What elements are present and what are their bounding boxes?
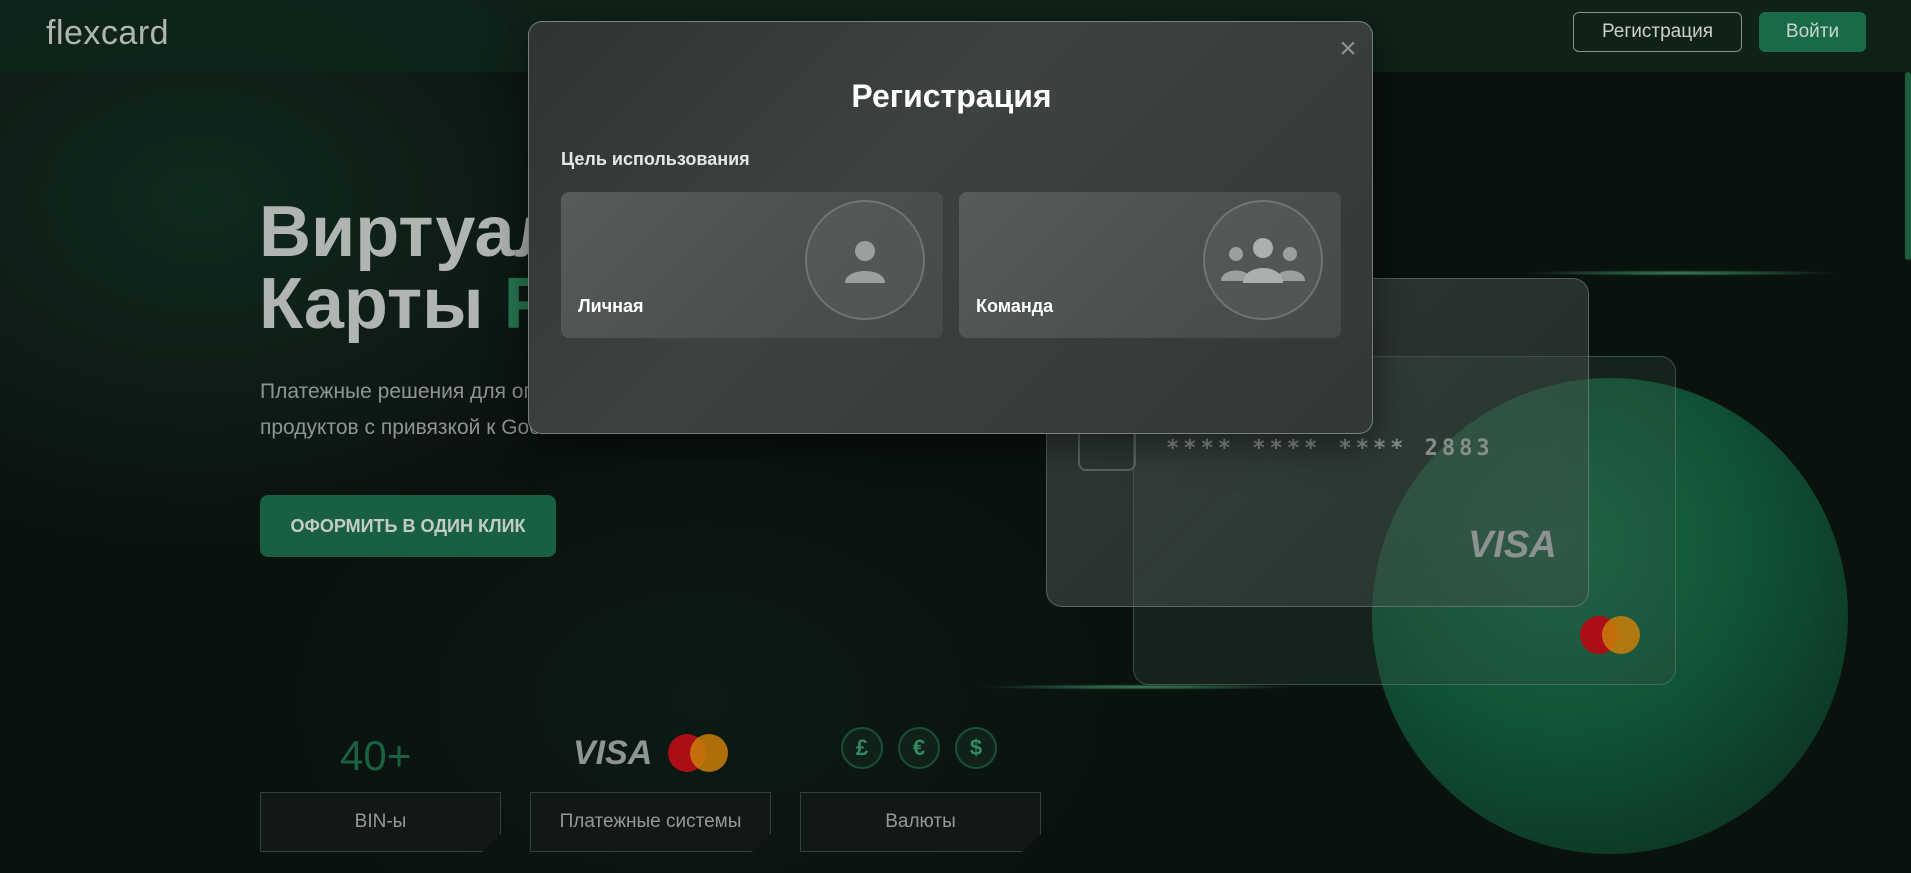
option-team-label: Команда bbox=[976, 296, 1054, 316]
purpose-label: Цель использования bbox=[561, 149, 750, 169]
close-icon[interactable]: × bbox=[1335, 34, 1361, 64]
option-team[interactable]: Команда bbox=[959, 192, 1341, 338]
option-personal[interactable]: Личная bbox=[561, 192, 943, 338]
modal-title: Регистрация bbox=[851, 78, 1052, 114]
option-personal-label: Личная bbox=[578, 296, 644, 316]
team-icon bbox=[1203, 200, 1323, 320]
user-icon bbox=[805, 200, 925, 320]
registration-modal: Регистрация × Цель использования Личная … bbox=[528, 21, 1373, 434]
